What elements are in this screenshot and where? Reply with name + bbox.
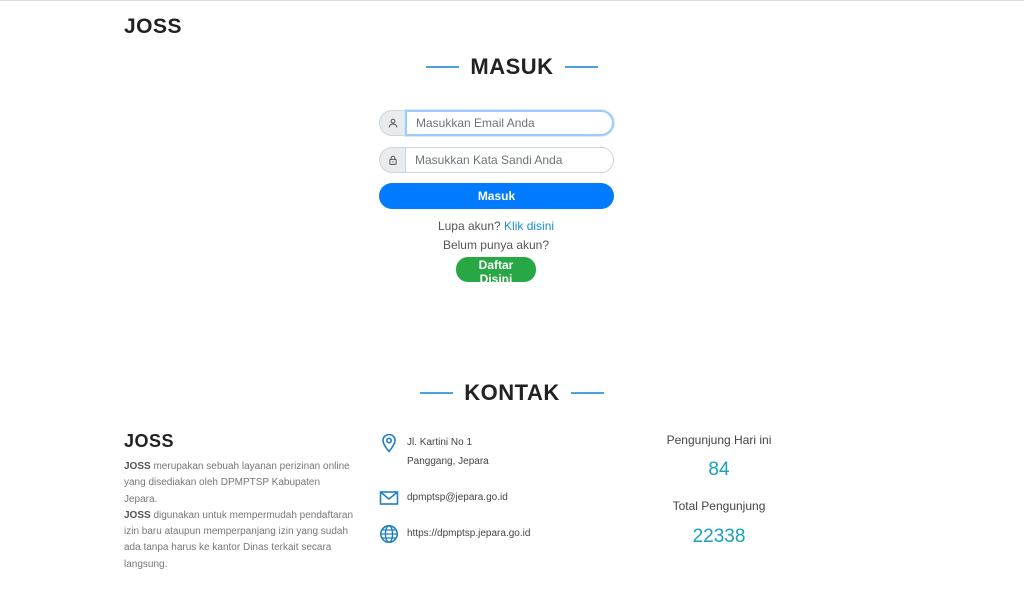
user-icon <box>379 110 405 136</box>
email-input[interactable] <box>405 110 614 136</box>
register-button[interactable]: Daftar Disini <box>456 257 536 286</box>
title-line-left <box>420 392 454 394</box>
forgot-account-link[interactable]: Klik disini <box>504 219 554 233</box>
address-line-2: Panggang, Jepara <box>407 456 489 467</box>
about-text: JOSS merupakan sebuah layanan perizinan … <box>124 459 356 573</box>
website-url[interactable]: https://dpmptsp.jepara.go.id <box>407 524 530 543</box>
visitors-total-label: Total Pengunjung <box>672 499 766 513</box>
globe-icon <box>379 524 399 544</box>
address-line-1: Jl. Kartini No 1 <box>407 437 473 448</box>
login-section-title: MASUK <box>0 54 1024 80</box>
password-input-group <box>379 147 614 173</box>
contact-email: dpmptsp@jepara.go.id <box>379 488 508 508</box>
about-text-1: merupakan sebuah layanan perizinan onlin… <box>124 461 350 505</box>
title-line-left <box>426 66 460 68</box>
contact-website: https://dpmptsp.jepara.go.id <box>379 524 530 544</box>
contact-title: KONTAK <box>464 380 560 405</box>
about-bold-2: JOSS <box>124 509 151 521</box>
mail-icon <box>379 488 399 508</box>
email-address[interactable]: dpmptsp@jepara.go.id <box>407 488 508 507</box>
email-input-group <box>379 110 614 136</box>
title-line-right <box>564 66 598 68</box>
visitors-total-count: 22338 <box>692 526 746 547</box>
forgot-account-row: Lupa akun? Klik disini <box>0 219 992 233</box>
contact-section-title: KONTAK <box>0 380 1024 406</box>
about-bold-1: JOSS <box>124 461 151 472</box>
password-input[interactable] <box>405 147 614 173</box>
visitors-today-count: 84 <box>708 459 730 480</box>
visitors-today-label: Pengunjung Hari ini <box>666 433 772 447</box>
contact-address: Jl. Kartini No 1 Panggang, Jepara <box>379 433 489 471</box>
login-button[interactable]: Masuk <box>379 183 614 209</box>
location-pin-icon <box>379 433 399 453</box>
lock-icon <box>379 147 405 173</box>
forgot-account-text: Lupa akun? <box>437 219 501 233</box>
login-title: MASUK <box>470 54 554 79</box>
no-account-text: Belum punya akun? <box>442 238 550 252</box>
site-brand[interactable]: JOSS <box>124 15 182 39</box>
footer-brand: JOSS <box>124 431 175 451</box>
about-text-2: digunakan untuk mempermudah pendaftaran … <box>124 509 354 570</box>
title-line-right <box>570 392 604 394</box>
